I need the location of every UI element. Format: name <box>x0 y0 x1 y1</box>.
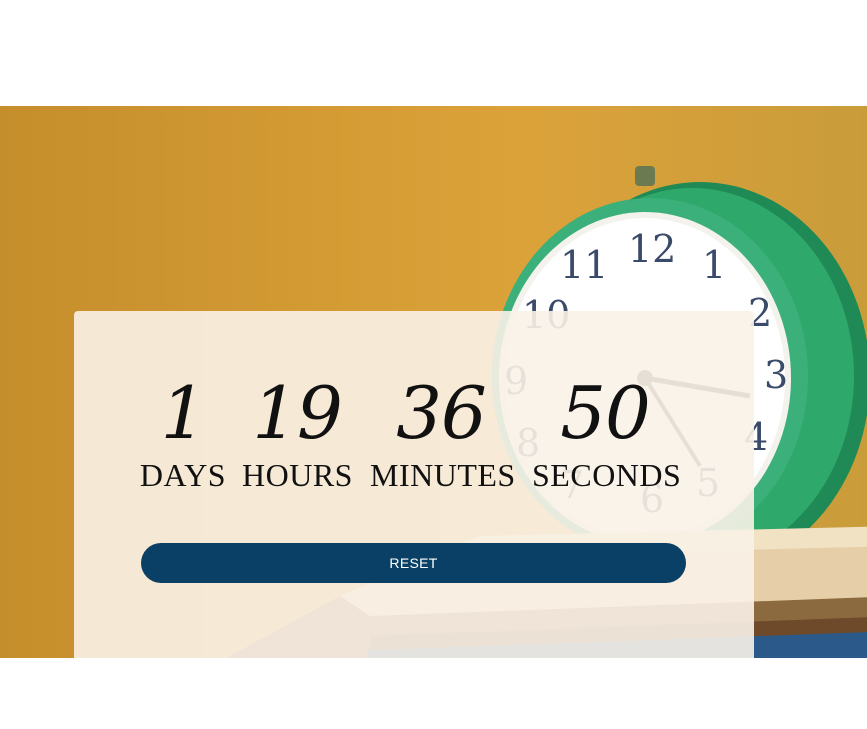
days-value: 1 <box>160 371 207 455</box>
minutes-counter: 36 MINUTES <box>370 371 516 495</box>
hero-background: 12 1 2 3 4 5 6 11 10 9 8 7 1 DAYS <box>0 106 867 658</box>
countdown-timer: 1 DAYS 19 HOURS 36 MINUTES 50 SECONDS <box>74 371 754 511</box>
hours-label: HOURS <box>242 457 353 493</box>
svg-text:3: 3 <box>764 353 788 397</box>
seconds-value: 50 <box>560 371 651 455</box>
days-counter: 1 DAYS <box>134 371 232 495</box>
countdown-card: 1 DAYS 19 HOURS 36 MINUTES 50 SECONDS RE… <box>74 311 754 658</box>
svg-text:1: 1 <box>702 243 726 287</box>
days-label: DAYS <box>139 457 227 493</box>
seconds-counter: 50 SECONDS <box>532 371 682 495</box>
svg-text:11: 11 <box>560 243 608 287</box>
svg-text:12: 12 <box>628 227 676 271</box>
hours-counter: 19 HOURS <box>242 371 352 495</box>
reset-button[interactable]: RESET <box>141 543 686 583</box>
minutes-value: 36 <box>396 371 487 455</box>
seconds-label: SECONDS <box>532 457 682 493</box>
hours-value: 19 <box>252 371 343 455</box>
minutes-label: MINUTES <box>370 457 516 493</box>
